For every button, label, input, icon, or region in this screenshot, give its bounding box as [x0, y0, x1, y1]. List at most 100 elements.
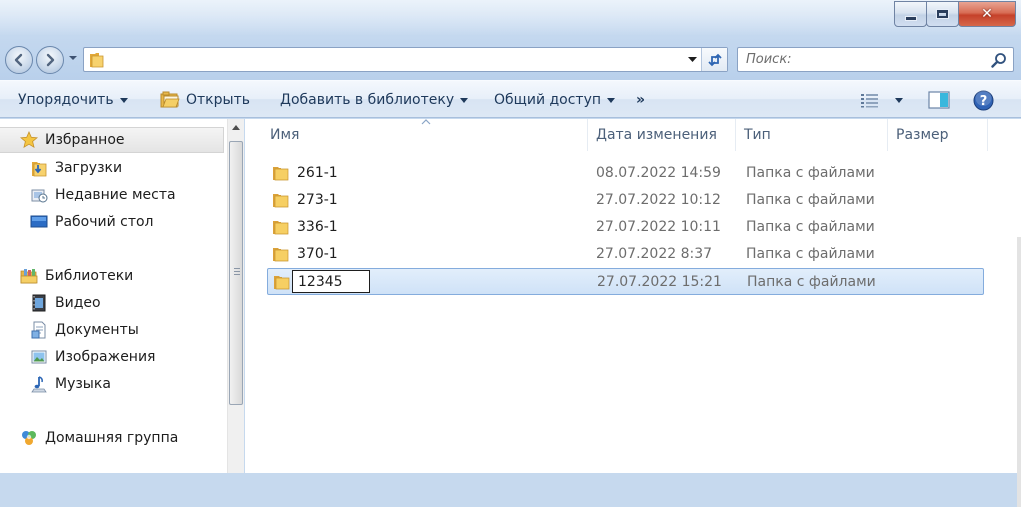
close-button[interactable]: ✕ [958, 1, 1016, 27]
navigation-scrollbar[interactable] [227, 119, 244, 473]
forward-button[interactable] [36, 46, 64, 74]
table-row[interactable]: 370-1 27.07.2022 8:37 Папка с файлами [267, 242, 984, 267]
nav-favorites-label: Избранное [45, 132, 125, 148]
documents-library-icon [31, 321, 46, 339]
file-type: Папка с файлами [746, 219, 875, 235]
folder-icon [273, 248, 289, 262]
nav-downloads-label: Загрузки [55, 160, 123, 176]
share-button[interactable]: Общий доступ [494, 81, 616, 119]
open-folder-icon [160, 91, 180, 108]
more-commands-button[interactable]: » [636, 81, 645, 119]
nav-video-label: Видео [55, 295, 101, 311]
add-to-library-label: Добавить в библиотеку [280, 92, 455, 108]
table-row[interactable]: 273-1 27.07.2022 10:12 Папка с файлами [267, 188, 984, 213]
file-name: 273-1 [297, 192, 338, 208]
file-list-scrollbar-edge[interactable] [1017, 237, 1021, 507]
address-bar[interactable] [83, 47, 728, 72]
details-view-icon [861, 94, 878, 108]
file-date: 27.07.2022 8:37 [596, 246, 713, 262]
file-type: Папка с файлами [747, 274, 876, 290]
file-date: 08.07.2022 14:59 [596, 165, 721, 181]
nav-favorites[interactable]: Избранное [0, 127, 224, 153]
chevron-down-icon [895, 97, 903, 103]
column-header-name[interactable]: Имя [262, 119, 588, 151]
column-header-name-label: Имя [270, 127, 300, 143]
chevron-down-icon [119, 97, 128, 103]
table-row[interactable]: 261-1 08.07.2022 14:59 Папка с файлами [267, 161, 984, 186]
column-header-type[interactable]: Тип [736, 119, 888, 151]
folder-icon [273, 221, 289, 235]
pictures-library-icon [31, 350, 47, 364]
search-icon[interactable] [991, 52, 1007, 68]
minimize-button[interactable] [894, 1, 927, 27]
address-history-dropdown[interactable] [685, 48, 699, 71]
search-input[interactable] [738, 48, 983, 71]
nav-pictures[interactable]: Изображения [0, 344, 224, 370]
file-list: Имя Дата изменения Тип Размер 261-1 08.0… [245, 119, 1021, 507]
libraries-icon [20, 269, 38, 284]
close-icon: ✕ [981, 6, 993, 22]
column-header-type-label: Тип [744, 127, 771, 143]
recent-places-icon [31, 189, 48, 203]
file-name: 336-1 [297, 219, 338, 235]
nav-downloads[interactable]: Загрузки [0, 155, 224, 181]
folder-icon [273, 194, 289, 208]
column-header-date-modified[interactable]: Дата изменения [588, 119, 736, 151]
open-label: Открыть [186, 92, 250, 108]
file-type: Папка с файлами [746, 246, 875, 262]
nav-music[interactable]: Музыка [0, 371, 224, 397]
chevron-up-icon [232, 125, 240, 130]
nav-video[interactable]: Видео [0, 290, 224, 316]
search-box[interactable] [737, 47, 1014, 72]
nav-desktop-label: Рабочий стол [55, 214, 154, 230]
preview-pane-icon [928, 91, 950, 109]
file-date: 27.07.2022 10:11 [596, 219, 721, 235]
organize-label: Упорядочить [18, 92, 114, 108]
navigation-tree: Избранное Загрузки Недавние места Рабочи… [0, 119, 227, 473]
add-to-library-button[interactable]: Добавить в библиотеку [280, 81, 469, 119]
back-button[interactable] [5, 46, 33, 74]
table-row-selected[interactable]: 27.07.2022 15:21 Папка с файлами [267, 268, 984, 295]
refresh-icon [707, 53, 722, 66]
folder-icon [273, 167, 289, 181]
nav-desktop[interactable]: Рабочий стол [0, 209, 224, 235]
view-options-dropdown[interactable] [889, 81, 903, 119]
change-view-button[interactable] [860, 81, 880, 119]
scrollbar-thumb[interactable] [229, 141, 243, 405]
share-label: Общий доступ [494, 92, 602, 108]
recent-pages-dropdown-icon[interactable] [68, 53, 78, 63]
star-icon [20, 131, 38, 149]
video-library-icon [32, 294, 46, 312]
nav-libraries-label: Библиотеки [45, 268, 134, 284]
maximize-button[interactable] [926, 1, 959, 27]
help-button[interactable]: ? [973, 81, 994, 119]
column-header-size-label: Размер [896, 127, 949, 143]
chrome-glow [0, 0, 1021, 36]
window-chrome: ✕ [0, 0, 1021, 80]
table-row[interactable]: 336-1 27.07.2022 10:11 Папка с файлами [267, 215, 984, 240]
command-bar: Упорядочить Открыть Добавить в библиотек… [0, 80, 1021, 118]
scroll-up-button[interactable] [228, 119, 244, 136]
nav-recent-places-label: Недавние места [55, 187, 176, 203]
minimize-icon [904, 15, 917, 21]
more-commands-label: » [636, 92, 646, 108]
file-type: Папка с файлами [746, 165, 875, 181]
file-date: 27.07.2022 10:12 [596, 192, 721, 208]
nav-recent-places[interactable]: Недавние места [0, 182, 224, 208]
nav-libraries[interactable]: Библиотеки [0, 263, 224, 289]
folder-icon [90, 53, 104, 68]
column-header-size[interactable]: Размер [888, 119, 988, 151]
open-button[interactable]: Открыть [160, 81, 250, 119]
refresh-button[interactable] [701, 48, 727, 71]
file-type: Папка с файлами [746, 192, 875, 208]
file-date: 27.07.2022 15:21 [597, 274, 722, 290]
preview-pane-button[interactable] [928, 81, 950, 119]
downloads-folder-icon [32, 162, 47, 177]
nav-documents[interactable]: Документы [0, 317, 224, 343]
nav-homegroup[interactable]: Домашняя группа [0, 425, 224, 451]
nav-documents-label: Документы [55, 322, 139, 338]
maximize-icon [936, 9, 949, 19]
folder-icon [274, 276, 290, 290]
organize-button[interactable]: Упорядочить [18, 81, 128, 119]
rename-input[interactable] [292, 270, 370, 293]
